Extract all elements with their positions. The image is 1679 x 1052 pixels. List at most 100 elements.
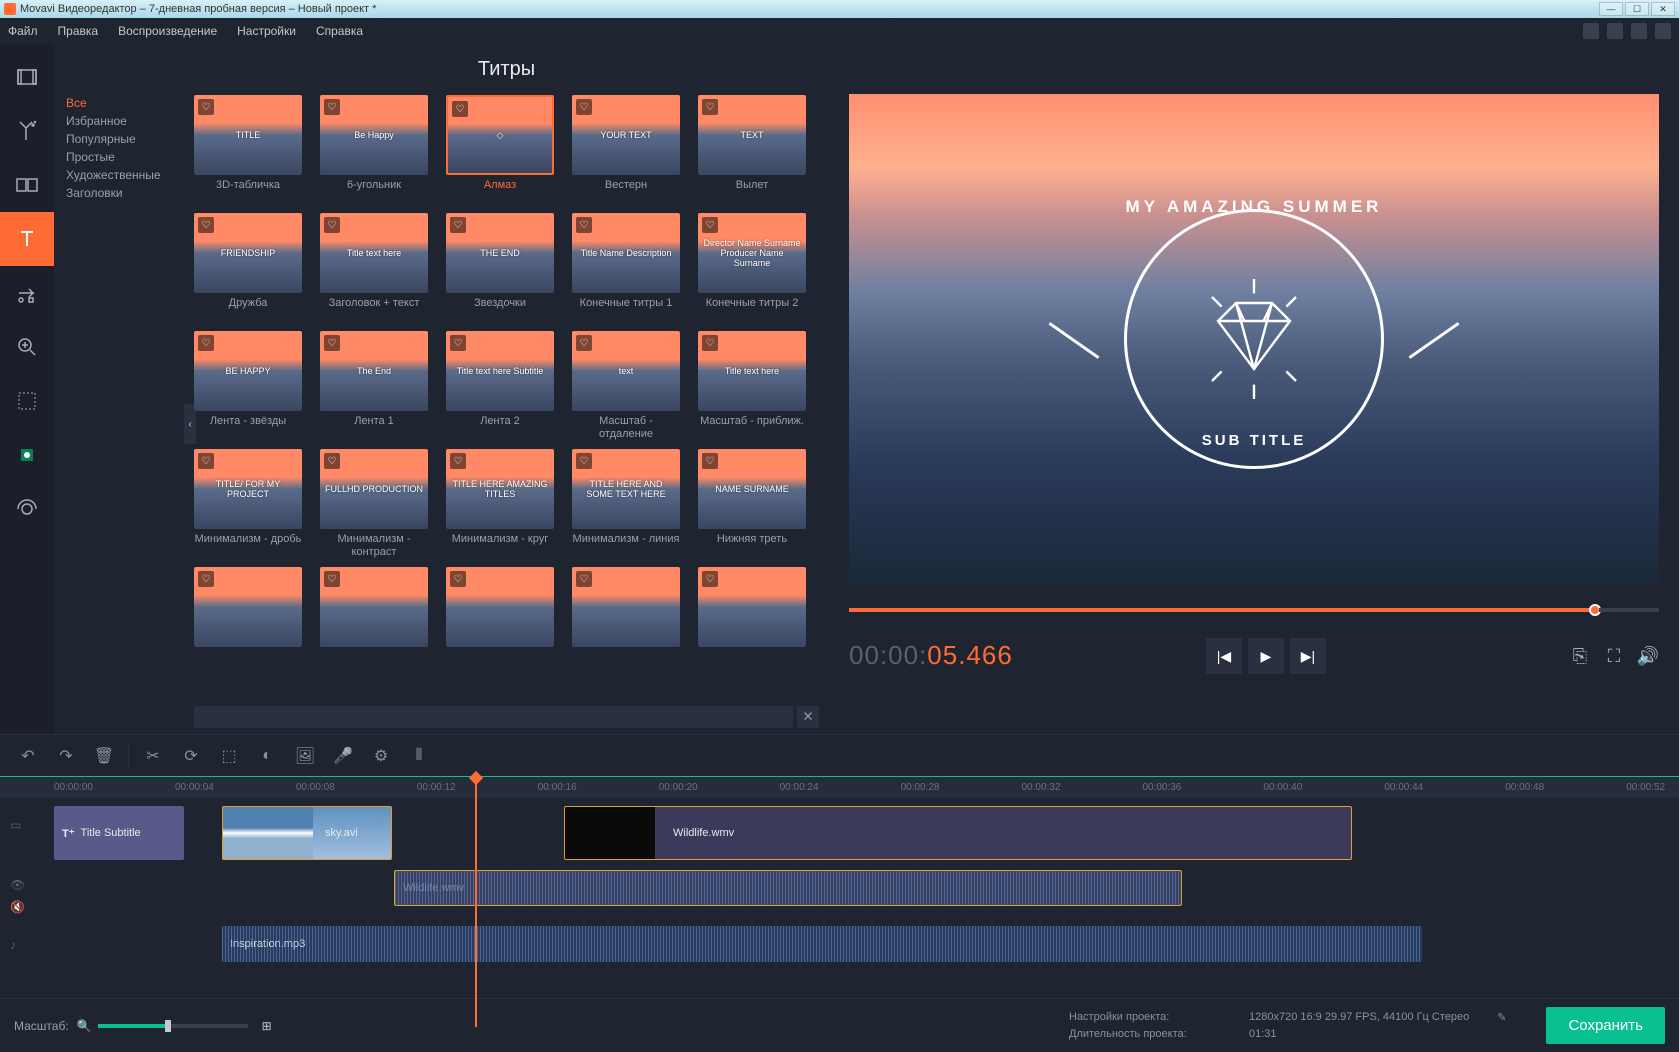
edit-settings-icon[interactable]: ✎ [1497,1011,1506,1024]
undo-button[interactable]: ↶ [10,739,46,773]
tool-chroma[interactable] [0,428,54,482]
zoom-out-icon[interactable]: 🔍 [77,1019,92,1033]
title-thumb[interactable]: ♡TEXT [698,95,806,175]
title-thumb[interactable]: ♡Title Name Description [572,213,680,293]
crop-button[interactable]: ⬚ [211,739,247,773]
favorite-icon[interactable]: ♡ [702,335,718,351]
play-button[interactable]: ▶ [1248,638,1284,674]
tool-titles[interactable] [0,212,54,266]
cut-button[interactable]: ✂ [135,739,171,773]
favorite-icon[interactable]: ♡ [450,335,466,351]
favorite-icon[interactable]: ♡ [450,217,466,233]
rotate-button[interactable]: ⟳ [173,739,209,773]
menu-edit[interactable]: Правка [58,24,99,38]
favorite-icon[interactable]: ♡ [450,571,466,587]
title-preset[interactable]: ♡◇Алмаз [446,95,554,207]
title-thumb[interactable]: ♡FRIENDSHIP [194,213,302,293]
category-favorites[interactable]: Избранное [66,112,176,130]
track-music-icon[interactable]: ♪ [10,938,16,952]
tool-transitions[interactable] [0,158,54,212]
title-preset[interactable]: ♡Title Name DescriptionКонечные титры 1 [572,213,680,325]
clip-props-button[interactable]: ⚙ [363,739,399,773]
track-video-icon[interactable]: ▭ [10,818,21,832]
redo-button[interactable]: ↷ [48,739,84,773]
menu-file[interactable]: Файл [8,24,38,38]
volume-icon[interactable]: 🔊 [1637,645,1659,667]
title-thumb[interactable]: ♡◇ [446,95,554,175]
category-popular[interactable]: Популярные [66,130,176,148]
favorite-icon[interactable]: ♡ [702,217,718,233]
title-preset[interactable]: ♡ [572,567,680,679]
title-preset[interactable]: ♡FRIENDSHIPДружба [194,213,302,325]
favorite-icon[interactable]: ♡ [324,335,340,351]
save-button[interactable]: Сохранить [1546,1007,1665,1044]
seek-knob[interactable] [1589,604,1601,616]
title-thumb[interactable]: ♡The End [320,331,428,411]
minimize-button[interactable]: — [1599,2,1623,16]
category-artistic[interactable]: Художественные [66,166,176,184]
title-thumb[interactable]: ♡BE HAPPY [194,331,302,411]
title-thumb[interactable]: ♡Title text here [320,213,428,293]
title-preset[interactable]: ♡BE HAPPYЛента - звёзды [194,331,302,443]
timeline-ruler[interactable]: 00:00:0000:00:0400:00:0800:00:1200:00:16… [0,776,1679,798]
category-simple[interactable]: Простые [66,148,176,166]
clip-wildlife[interactable]: Wildlife.wmv [564,806,1352,860]
menu-settings[interactable]: Настройки [237,24,296,38]
title-thumb[interactable]: ♡TITLE/ FOR MY PROJECT [194,449,302,529]
clip-music[interactable]: Inspiration.mp3 [222,926,1422,962]
title-preset[interactable]: ♡Title text here SubtitleЛента 2 [446,331,554,443]
title-thumb[interactable]: ♡TITLE [194,95,302,175]
tool-record[interactable] [0,482,54,536]
fullscreen-icon[interactable]: ⛶ [1603,645,1625,667]
title-preset[interactable]: ♡Director Name Surname Producer Name Sur… [698,213,806,325]
favorite-icon[interactable]: ♡ [452,101,468,117]
close-button[interactable]: ✕ [1651,2,1675,16]
favorite-icon[interactable]: ♡ [198,99,214,115]
title-preset[interactable]: ♡The EndЛента 1 [320,331,428,443]
favorite-icon[interactable]: ♡ [576,99,592,115]
favorite-icon[interactable]: ♡ [198,217,214,233]
title-preset[interactable]: ♡TITLE/ FOR MY PROJECTМинимализм - дробь [194,449,302,561]
track-eye-icon[interactable]: 👁 [10,878,25,892]
favorite-icon[interactable]: ♡ [324,453,340,469]
preview-seek[interactable] [849,600,1659,620]
title-preset[interactable]: ♡NAME SURNAMEНижняя треть [698,449,806,561]
title-preset[interactable]: ♡TITLE HERE AND SOME TEXT HEREМинимализм… [572,449,680,561]
mic-button[interactable]: 🎤 [325,739,361,773]
playhead[interactable] [475,777,477,1027]
zoom-fit-icon[interactable]: ⊞ [262,1019,272,1033]
category-headers[interactable]: Заголовки [66,184,176,202]
tool-highlight[interactable] [0,374,54,428]
color-button[interactable]: ◐ [249,739,285,773]
title-preset[interactable]: ♡Title text hereМасштаб - приближ. [698,331,806,443]
share-other-icon[interactable] [1655,23,1671,39]
title-preset[interactable]: ♡textМасштаб - отдаление [572,331,680,443]
titles-grid[interactable]: ♡TITLE3D-табличка♡Be Happy6-угольник♡◇Ал… [184,95,829,700]
title-thumb[interactable]: ♡Director Name Surname Producer Name Sur… [698,213,806,293]
favorite-icon[interactable]: ♡ [324,571,340,587]
tool-import[interactable] [0,50,54,104]
title-thumb[interactable]: ♡Be Happy [320,95,428,175]
preview-canvas[interactable]: MY AMAZING SUMMER SUB [849,94,1659,584]
prev-button[interactable]: |◀ [1206,638,1242,674]
title-preset[interactable]: ♡FULLHD PRODUCTIONМинимализм - контраст [320,449,428,561]
timeline-tracks[interactable]: ▭ 👁 🔇 ♪ T⁺Title Subtitle sky.avi Wildlif… [0,798,1679,998]
equalizer-button[interactable]: ⫴ [401,739,437,773]
title-thumb[interactable]: ♡TITLE HERE AND SOME TEXT HERE [572,449,680,529]
title-thumb[interactable]: ♡THE END [446,213,554,293]
title-preset[interactable]: ♡Title text hereЗаголовок + текст [320,213,428,325]
menu-playback[interactable]: Воспроизведение [118,24,217,38]
clip-wildlife-audio[interactable]: Wildlife.wmv [394,870,1182,906]
favorite-icon[interactable]: ♡ [702,99,718,115]
title-preset[interactable]: ♡YOUR TEXTВестерн [572,95,680,207]
favorite-icon[interactable]: ♡ [576,335,592,351]
title-thumb[interactable]: ♡YOUR TEXT [572,95,680,175]
favorite-icon[interactable]: ♡ [576,571,592,587]
title-thumb[interactable]: ♡ [320,567,428,647]
title-thumb[interactable]: ♡NAME SURNAME [698,449,806,529]
favorite-icon[interactable]: ♡ [324,217,340,233]
title-thumb[interactable]: ♡ [572,567,680,647]
next-button[interactable]: ▶| [1290,638,1326,674]
title-thumb[interactable]: ♡text [572,331,680,411]
favorite-icon[interactable]: ♡ [450,453,466,469]
